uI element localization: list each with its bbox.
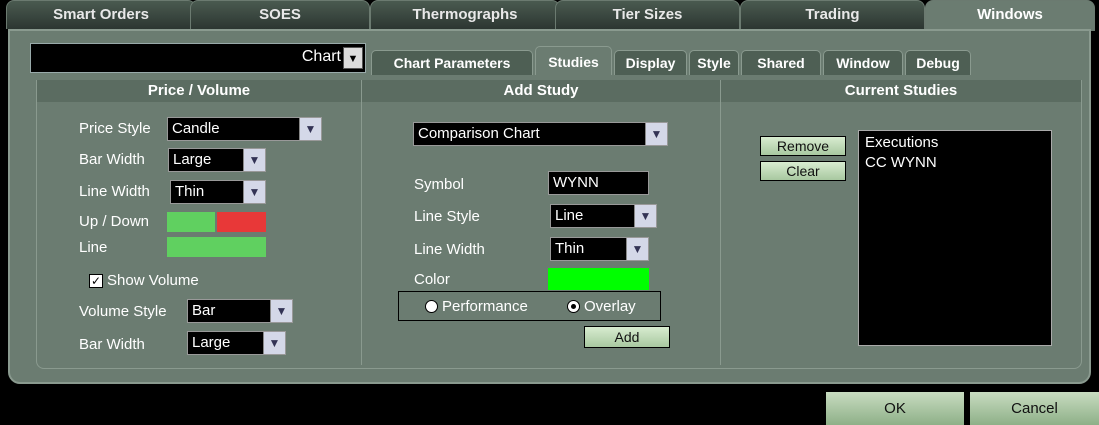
line-width-select[interactable]: Thin ▼ xyxy=(170,180,266,204)
tab-smart-orders[interactable]: Smart Orders xyxy=(6,0,196,29)
chevron-down-icon[interactable]: ▼ xyxy=(645,123,667,145)
subtab-display[interactable]: Display xyxy=(614,50,687,75)
tab-trading[interactable]: Trading xyxy=(740,0,925,29)
performance-radio[interactable] xyxy=(425,300,438,313)
line-label: Line xyxy=(79,239,108,256)
symbol-input[interactable]: WYNN xyxy=(548,171,649,195)
chevron-down-icon[interactable]: ▼ xyxy=(634,205,656,227)
current-studies-list[interactable]: Executions CC WYNN xyxy=(858,130,1052,346)
add-study-button[interactable]: Add xyxy=(584,326,670,348)
section-title-add-study: Add Study xyxy=(362,80,720,102)
tab-soes[interactable]: SOES xyxy=(190,0,370,29)
subtab-shared[interactable]: Shared xyxy=(741,50,821,75)
show-volume-label: Show Volume xyxy=(107,272,199,289)
tab-thermographs[interactable]: Thermographs xyxy=(370,0,560,29)
section-title-current-studies: Current Studies xyxy=(721,80,1081,102)
study-line-width-label: Line Width xyxy=(414,241,485,258)
clear-button[interactable]: Clear xyxy=(760,161,846,181)
ok-button[interactable]: OK xyxy=(826,392,964,425)
subtab-debug[interactable]: Debug xyxy=(905,50,971,75)
symbol-value: WYNN xyxy=(553,174,599,191)
chevron-down-icon[interactable]: ▼ xyxy=(343,47,363,69)
study-type-select[interactable]: Comparison Chart ▼ xyxy=(413,122,668,146)
chart-selector-value: Chart xyxy=(301,48,341,65)
chart-selector[interactable]: Chart ▼ xyxy=(30,43,366,73)
study-line-width-select[interactable]: Thin ▼ xyxy=(550,237,649,261)
chevron-down-icon[interactable]: ▼ xyxy=(299,118,321,140)
study-type-value: Comparison Chart xyxy=(418,125,540,142)
up-color-swatch[interactable] xyxy=(167,212,215,232)
down-color-swatch[interactable] xyxy=(217,212,266,232)
line-width-value: Thin xyxy=(175,183,205,200)
symbol-label: Symbol xyxy=(414,176,465,193)
bar-width-label: Bar Width xyxy=(79,151,145,168)
tab-tier-sizes[interactable]: Tier Sizes xyxy=(555,0,740,29)
volume-style-select[interactable]: Bar ▼ xyxy=(187,299,293,323)
line-color-swatch[interactable] xyxy=(167,237,266,257)
line-style-select[interactable]: Line ▼ xyxy=(550,204,657,228)
bar-width-value: Large xyxy=(173,151,212,168)
chevron-down-icon[interactable]: ▼ xyxy=(243,149,265,171)
bar-width-select[interactable]: Large ▼ xyxy=(168,148,266,172)
chevron-down-icon[interactable]: ▼ xyxy=(626,238,648,260)
chevron-down-icon[interactable]: ▼ xyxy=(263,332,285,354)
updown-label: Up / Down xyxy=(79,213,150,230)
divider xyxy=(720,80,721,365)
volume-bar-width-value: Large xyxy=(192,334,231,351)
price-style-value: Candle xyxy=(172,120,220,137)
volume-style-label: Volume Style xyxy=(79,303,167,320)
line-width-label: Line Width xyxy=(79,183,150,200)
list-item[interactable]: Executions xyxy=(865,134,1051,151)
remove-button[interactable]: Remove xyxy=(760,136,846,156)
volume-style-value: Bar xyxy=(192,302,216,319)
show-volume-checkbox[interactable]: ✓ xyxy=(89,274,103,288)
price-style-label: Price Style xyxy=(79,120,151,137)
divider xyxy=(361,80,362,365)
subtab-studies[interactable]: Studies xyxy=(535,46,612,75)
line-style-label: Line Style xyxy=(414,208,480,225)
subtab-window[interactable]: Window xyxy=(823,50,903,75)
subtab-style[interactable]: Style xyxy=(689,50,739,75)
volume-bar-width-label: Bar Width xyxy=(79,336,145,353)
chevron-down-icon[interactable]: ▼ xyxy=(243,181,265,203)
chevron-down-icon[interactable]: ▼ xyxy=(270,300,292,322)
study-color-swatch[interactable] xyxy=(548,268,649,290)
tab-windows[interactable]: Windows xyxy=(925,0,1095,31)
overlay-label: Overlay xyxy=(584,298,636,315)
overlay-radio[interactable] xyxy=(567,300,580,313)
study-line-width-value: Thin xyxy=(555,240,585,257)
section-title-price-volume: Price / Volume xyxy=(37,80,361,102)
subtab-chart-parameters[interactable]: Chart Parameters xyxy=(371,50,533,75)
color-label: Color xyxy=(414,271,450,288)
performance-label: Performance xyxy=(442,298,528,315)
volume-bar-width-select[interactable]: Large ▼ xyxy=(187,331,286,355)
price-style-select[interactable]: Candle ▼ xyxy=(167,117,322,141)
cancel-button[interactable]: Cancel xyxy=(970,392,1099,425)
list-item[interactable]: CC WYNN xyxy=(865,154,1051,171)
line-style-value: Line xyxy=(555,207,584,224)
